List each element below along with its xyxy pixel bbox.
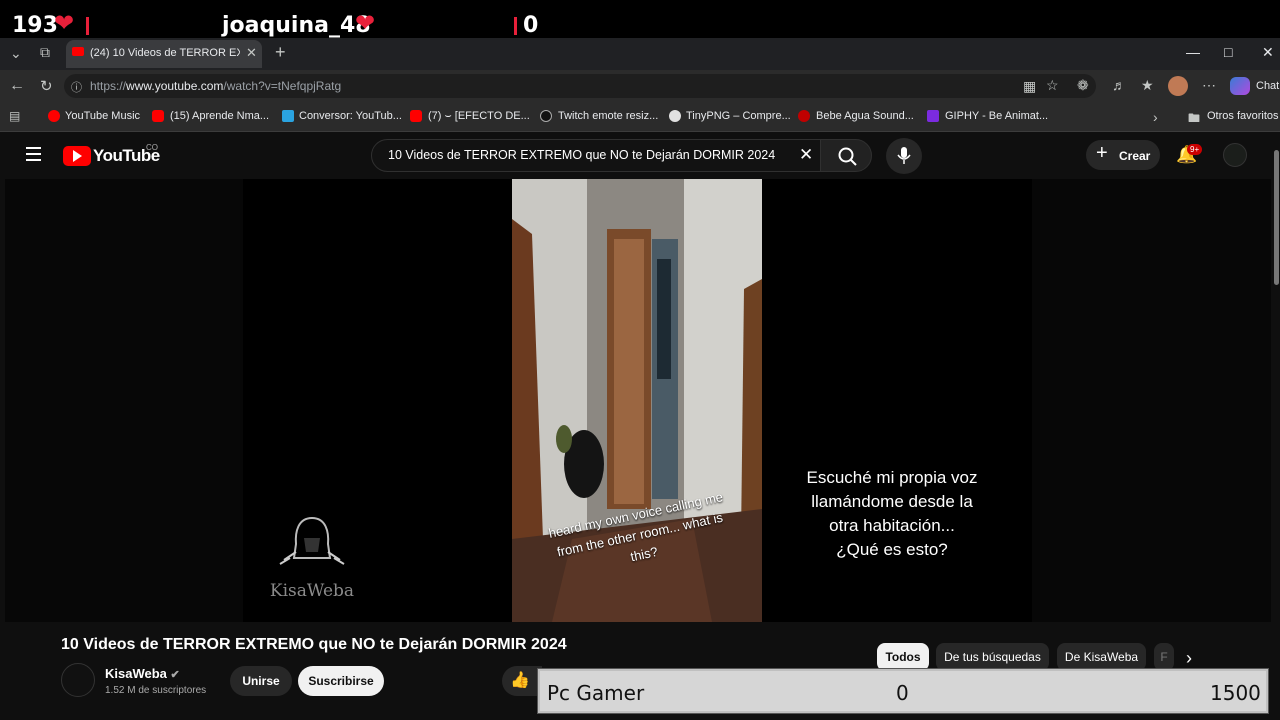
folder-icon: 🖿 [1188, 111, 1201, 125]
thumbs-up-icon: 👍 [510, 672, 530, 689]
tinypng-icon [669, 110, 681, 122]
country-code: CO [146, 143, 158, 152]
plus-icon: + [1096, 142, 1108, 164]
subtitle-line: llamándome desde la [811, 492, 973, 511]
divider-bar [514, 17, 517, 35]
chips-next-icon[interactable]: › [1186, 648, 1192, 669]
chip-all[interactable]: Todos [877, 643, 929, 671]
notification-badge: 9+ [1187, 144, 1203, 155]
player-side-panel [1032, 179, 1271, 622]
converter-icon [282, 110, 294, 122]
minimize-icon[interactable]: — [1186, 44, 1200, 60]
more-options-icon[interactable]: ⋯ [1202, 77, 1216, 94]
chip-from-searches[interactable]: De tus búsquedas [936, 643, 1049, 671]
bookmark-item[interactable]: YouTube Music [65, 110, 140, 122]
chat-label[interactable]: Chat [1256, 80, 1279, 92]
bookmark-item[interactable]: Bebe Agua Sound... [816, 110, 914, 122]
close-window-icon[interactable]: ✕ [1262, 44, 1274, 61]
watermark-text: KisaWeba [269, 581, 355, 601]
channel-watermark: KisaWeba [262, 514, 362, 601]
close-tab-icon[interactable]: ✕ [246, 45, 257, 61]
clear-search-icon[interactable]: ✕ [799, 145, 813, 165]
youtube-favicon-icon [410, 110, 422, 122]
microphone-icon [897, 147, 911, 164]
copilot-icon[interactable] [1230, 77, 1250, 95]
media-control-icon[interactable]: ♬ [1112, 77, 1126, 93]
youtube-favicon-icon [152, 110, 164, 122]
back-icon[interactable]: ← [9, 77, 25, 95]
giphy-icon [927, 110, 939, 122]
url-text[interactable]: https://www.youtube.com/watch?v=tNefqpjR… [90, 79, 341, 93]
bookmark-item[interactable]: Conversor: YouTub... [299, 110, 402, 122]
profile-avatar[interactable] [1168, 76, 1188, 96]
subtitle-spanish: Escuché mi propia voz llamándome desde l… [780, 466, 1004, 562]
search-icon [838, 147, 857, 166]
subtitle-line: Escuché mi propia voz [806, 468, 978, 487]
new-tab-icon[interactable]: + [275, 42, 286, 63]
play-icon [73, 150, 82, 162]
chip-partial[interactable]: F [1154, 643, 1174, 671]
chevron-right-icon[interactable]: › [1153, 109, 1158, 125]
voice-search-button[interactable] [886, 138, 922, 174]
search-value[interactable]: 10 Videos de TERROR EXTREMO que NO te De… [388, 148, 775, 162]
site-info-icon[interactable]: ⓘ [71, 79, 82, 95]
bookmark-item[interactable]: TinyPNG – Compre... [686, 110, 791, 122]
heart-icon: ❤ [54, 10, 75, 37]
reload-icon[interactable]: ↻ [40, 77, 53, 95]
subscriber-count: 1.52 M de suscriptores [105, 685, 207, 696]
workspaces-icon[interactable]: ⧉ [40, 44, 50, 61]
youtube-favicon-icon [72, 47, 84, 56]
player-side-panel [5, 179, 243, 622]
other-bookmarks[interactable]: Otros favoritos [1207, 110, 1279, 122]
goal-label: Pc Gamer [547, 681, 645, 705]
youtube-music-icon [48, 110, 60, 122]
scrollbar-thumb[interactable] [1274, 150, 1279, 285]
bookmark-item[interactable]: (15) Aprende Nma... [170, 110, 269, 122]
subtitle-line: otra habitación... [829, 516, 955, 535]
divider-bar [86, 17, 89, 35]
favorite-star-icon[interactable]: ☆ [1046, 77, 1059, 94]
create-label: Crear [1119, 149, 1151, 163]
maximize-icon[interactable]: □ [1224, 44, 1232, 60]
hooded-figure-icon [279, 516, 345, 565]
extensions-icon[interactable]: ❁ [1077, 77, 1089, 94]
subtitle-line: ¿Qué es esto? [836, 540, 948, 559]
subscribe-button[interactable]: Suscribirse [298, 666, 384, 696]
reading-list-icon[interactable]: ▤ [9, 109, 20, 123]
verified-icon: ✔ [170, 669, 180, 681]
bookmark-item[interactable]: (7) ⌣ [EFECTO DE... [428, 110, 530, 123]
favorites-icon[interactable]: ★ [1141, 77, 1154, 94]
overlay-right-count: 0 [523, 13, 539, 38]
bookmark-item[interactable]: GIPHY - Be Animat... [945, 110, 1048, 122]
video-title: 10 Videos de TERROR EXTREMO que NO te De… [61, 636, 567, 653]
tab-title: (24) 10 Videos de TERROR EXTREMO [90, 47, 240, 59]
goal-target: 1500 [1210, 681, 1261, 705]
account-avatar[interactable] [1223, 143, 1247, 167]
tab-list-chevron-icon[interactable]: ⌄ [10, 45, 22, 62]
likes-count: 193 [12, 13, 58, 38]
stream-overlay-bar [0, 0, 1280, 38]
sound-icon [798, 110, 810, 122]
join-button[interactable]: Unirse [230, 666, 292, 696]
chip-from-channel[interactable]: De KisaWeba [1057, 643, 1146, 671]
bookmark-item[interactable]: Twitch emote resiz... [558, 110, 658, 122]
apps-icon[interactable]: ▦ [1023, 78, 1036, 95]
twitch-icon [540, 110, 552, 122]
search-button[interactable] [820, 139, 872, 172]
channel-avatar[interactable] [61, 663, 95, 697]
goal-current: 0 [896, 681, 909, 705]
overlay-username: joaquina_48 [222, 13, 371, 38]
heart-icon: ❤ [355, 10, 376, 37]
channel-name[interactable]: KisaWeba ✔ [105, 666, 180, 681]
menu-icon[interactable] [26, 147, 41, 161]
